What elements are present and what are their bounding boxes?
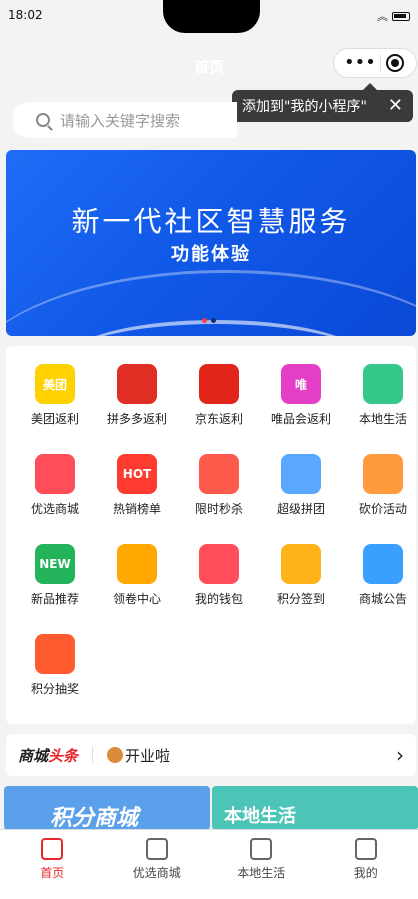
tab-bar: 首页 优选商城 本地生活 我的 — [0, 829, 418, 899]
search-placeholder: 请输入关键字搜索 — [60, 111, 181, 130]
grid-item[interactable]: 优选商城 — [14, 436, 96, 516]
grid-item-label: 限时秒杀 — [194, 502, 243, 516]
search-icon — [36, 113, 50, 127]
search-bar[interactable]: 请输入关键字搜索 — [12, 102, 237, 138]
grid-item-label: 商城公告 — [358, 592, 407, 606]
grid-item-label: 领卷中心 — [112, 592, 161, 606]
banner-subtitle: 功能体验 — [171, 244, 251, 265]
grid-item[interactable]: 限时秒杀 — [178, 436, 260, 516]
grid-item-label: 砍价活动 — [358, 502, 407, 516]
grid-item[interactable]: 唯唯品会返利 — [260, 346, 342, 426]
headline-news: 开业啦 — [125, 746, 171, 765]
grid-item[interactable]: 砍价活动 — [342, 436, 418, 516]
carousel-dot-active — [202, 318, 207, 323]
grid-item-label: 积分签到 — [276, 592, 325, 606]
miniprogram-capsule[interactable]: ••• — [333, 48, 417, 78]
grid-item[interactable]: HOT 热销榜单 — [96, 436, 178, 516]
headline-divider — [92, 747, 94, 763]
jd-icon — [199, 364, 239, 404]
feature-grid: 美团 美团返利 拼多多返利 京东返利唯唯品会返利 本地生活 优选商城 HOT 热销榜单 限时秒杀… — [6, 346, 416, 724]
home-icon — [41, 838, 64, 860]
tooltip-text: 添加到"我的小程序" — [242, 99, 367, 115]
cart-icon — [35, 454, 75, 494]
status-time: 18:02 — [8, 8, 43, 22]
grid-item-label: 京东返利 — [194, 412, 243, 426]
grid-item-label: 美团返利 — [30, 412, 79, 426]
capsule-divider — [380, 55, 382, 71]
grid-item-label: 我的钱包 — [194, 592, 243, 606]
grid-item-label: 新品推荐 — [30, 592, 79, 606]
tab-label: 首页 — [40, 866, 65, 880]
mall-headline[interactable]: 商城头条 开业啦 › — [6, 734, 416, 776]
chevron-right-icon[interactable]: › — [396, 743, 404, 767]
news-avatar-icon — [107, 747, 124, 763]
grid-item[interactable]: 本地生活 — [342, 346, 418, 426]
grid-item[interactable]: 积分抽奖 — [14, 616, 96, 696]
grid-item-label: 热销榜单 — [112, 502, 161, 516]
banner-title: 新一代社区智慧服务 — [71, 205, 351, 238]
bag-icon — [250, 838, 273, 860]
carousel-indicator — [202, 318, 216, 323]
tab-label: 本地生活 — [237, 866, 286, 880]
timer-icon — [199, 454, 239, 494]
user-icon — [354, 838, 377, 860]
cart-icon — [145, 838, 168, 860]
grid-item-label: 优选商城 — [30, 502, 79, 516]
headline-brand: 商城头条 — [18, 746, 79, 765]
promo-banners: 积分商城 本地生活 — [4, 786, 418, 830]
close-miniprogram-icon[interactable] — [385, 54, 404, 72]
status-icons: ︽ — [377, 8, 410, 24]
wifi-icon: ︽ — [377, 10, 388, 23]
promo-local-life[interactable]: 本地生活 — [212, 786, 418, 830]
pinduoduo-icon — [117, 364, 157, 404]
device-notch — [163, 0, 260, 33]
grid-item-label: 超级拼团 — [276, 502, 325, 516]
add-to-my-miniprogram-tooltip: 添加到"我的小程序" ✕ — [232, 83, 413, 122]
megaphone-icon — [363, 544, 403, 584]
grid-item[interactable]: 京东返利 — [178, 346, 260, 426]
store-icon — [363, 364, 403, 404]
ticket-icon — [117, 544, 157, 584]
new-bag-icon: NEW — [35, 544, 75, 584]
more-icon[interactable]: ••• — [344, 54, 376, 72]
grid-item[interactable]: 我的钱包 — [178, 526, 260, 606]
tab-local[interactable]: 本地生活 — [209, 830, 314, 899]
tab-mall[interactable]: 优选商城 — [105, 830, 210, 899]
battery-icon — [392, 11, 410, 21]
grid-item[interactable]: 领卷中心 — [96, 526, 178, 606]
grid-item-label: 唯品会返利 — [270, 412, 331, 426]
grid-item[interactable]: 拼多多返利 — [96, 346, 178, 426]
grid-item[interactable]: 超级拼团 — [260, 436, 342, 516]
coupon-tag-icon — [363, 454, 403, 494]
wallet-icon — [199, 544, 239, 584]
tooltip-close-icon[interactable]: ✕ — [388, 95, 403, 116]
grid-item[interactable]: 商城公告 — [342, 526, 418, 606]
tab-label: 优选商城 — [132, 866, 181, 880]
star-icon — [281, 544, 321, 584]
carousel-dot — [211, 318, 216, 323]
grid-item-label: 拼多多返利 — [106, 412, 167, 426]
promo-points-mall[interactable]: 积分商城 — [4, 786, 210, 830]
grid-item[interactable]: 美团 美团返利 — [14, 346, 96, 426]
grid-item-label: 积分抽奖 — [30, 682, 79, 696]
grid-item-label: 本地生活 — [358, 412, 407, 426]
tab-mine[interactable]: 我的 — [314, 830, 418, 899]
meituan-icon: 美团 — [35, 364, 75, 404]
tab-home[interactable]: 首页 — [0, 830, 105, 899]
banner-carousel[interactable]: 新一代社区智慧服务 功能体验 — [6, 150, 416, 336]
tab-label: 我的 — [353, 866, 378, 880]
hot-icon: HOT — [117, 454, 157, 494]
grid-item[interactable]: 积分签到 — [260, 526, 342, 606]
group-icon — [281, 454, 321, 494]
grid-item[interactable]: NEW 新品推荐 — [14, 526, 96, 606]
vip-icon: 唯 — [281, 364, 321, 404]
status-bar: 18:02 ︽ — [0, 0, 418, 34]
lottery-wheel-icon — [35, 634, 75, 674]
